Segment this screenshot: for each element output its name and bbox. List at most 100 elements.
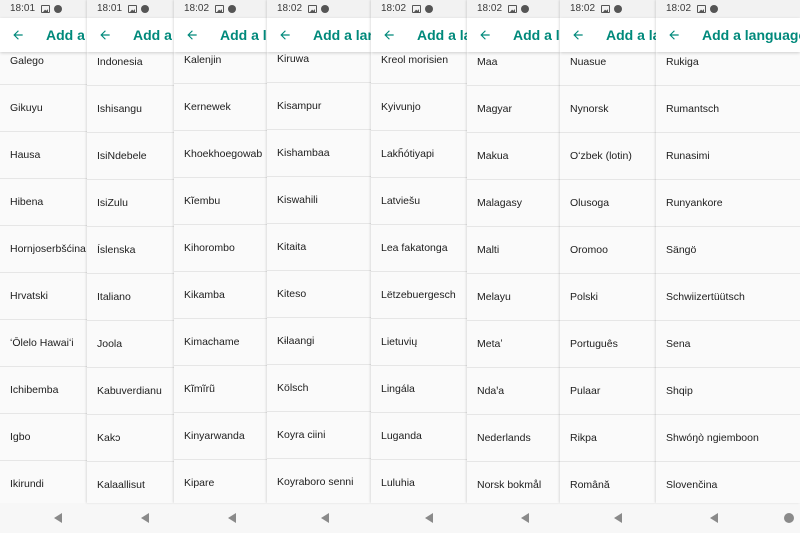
language-list-item[interactable]: Melayu xyxy=(467,274,560,321)
language-list-item[interactable]: Hibena xyxy=(0,179,87,226)
language-list-item[interactable]: Koyraboro senni xyxy=(267,459,371,503)
language-list-item[interactable]: Hrvatski xyxy=(0,273,87,320)
nav-back-icon[interactable] xyxy=(425,513,433,523)
nav-back-icon[interactable] xyxy=(710,513,718,523)
language-list-item[interactable]: Kimachame xyxy=(174,319,267,366)
language-list[interactable]: Kreol morisien Kyivunjo Lakȟótiyapi Latvieš… xyxy=(371,37,467,503)
circle-icon xyxy=(710,5,719,13)
language-list[interactable]: Galego Gikuyu Hausa Hibena Hornjoserbšćina Hr… xyxy=(0,38,87,503)
language-list-item[interactable]: Sena xyxy=(656,321,800,368)
language-list-item[interactable]: Kɨlaangi xyxy=(267,318,371,365)
language-list-item[interactable]: Kishambaa xyxy=(267,130,371,177)
language-list-item[interactable]: Koyra ciini xyxy=(267,412,371,459)
language-list-item[interactable]: Slovenčina xyxy=(656,462,800,503)
language-list-item[interactable]: Kyivunjo xyxy=(371,84,467,131)
language-list-item[interactable]: Kölsch xyxy=(267,365,371,412)
language-list-item[interactable]: Íslenska xyxy=(87,227,174,274)
language-list[interactable]: Nuasue Nynorsk Oʻzbek (lotin) Olusoga Oromoo… xyxy=(560,39,656,503)
language-list-item[interactable]: Lea fakatonga xyxy=(371,225,467,272)
arrow-left-icon[interactable] xyxy=(467,18,503,52)
language-list-item[interactable]: Nederlands xyxy=(467,415,560,462)
language-list-item[interactable]: Kernewek xyxy=(174,84,267,131)
language-list-item[interactable]: Oʻzbek (lotin) xyxy=(560,133,656,180)
nav-back-icon[interactable] xyxy=(614,513,622,523)
language-list-item[interactable]: Nynorsk xyxy=(560,86,656,133)
language-list-item[interactable]: Kĩembu xyxy=(174,178,267,225)
language-list-item[interactable]: Runyankore xyxy=(656,180,800,227)
language-list-item[interactable]: Latviešu xyxy=(371,178,467,225)
arrow-left-icon[interactable] xyxy=(174,18,210,52)
language-list-item[interactable]: Magyar xyxy=(467,86,560,133)
language-list-item[interactable]: Kiswahili xyxy=(267,177,371,224)
nav-back-icon[interactable] xyxy=(228,513,236,523)
nav-back-icon[interactable] xyxy=(54,513,62,523)
status-bar: 18:01 xyxy=(0,0,87,18)
language-list-item[interactable]: Runasimi xyxy=(656,133,800,180)
language-list[interactable]: Kiruwa Kisampur Kishambaa Kiswahili Kitaita K… xyxy=(267,36,371,503)
language-list-item[interactable]: Kihorombo xyxy=(174,225,267,272)
language-list-item[interactable]: Olusoga xyxy=(560,180,656,227)
language-list-item[interactable]: Malagasy xyxy=(467,180,560,227)
language-list-item[interactable]: Hornjoserbšćina xyxy=(0,226,87,273)
language-list[interactable]: Maa Magyar Makua Malagasy Malti Melayu Metaʼ Nd… xyxy=(467,39,560,503)
nav-home-icon[interactable] xyxy=(784,513,794,523)
language-list-item[interactable]: Kabuverdianu xyxy=(87,368,174,415)
arrow-left-icon[interactable] xyxy=(371,18,407,52)
language-list-item[interactable]: Rumantsch xyxy=(656,86,800,133)
language-list-item[interactable]: Pulaar xyxy=(560,368,656,415)
language-list-item[interactable]: Kakɔ xyxy=(87,415,174,462)
language-list-item[interactable]: Lietuvių xyxy=(371,319,467,366)
nav-back-icon[interactable] xyxy=(321,513,329,523)
language-list[interactable]: Kalenjin Kernewek Khoekhoegowab Kĩembu Kihor… xyxy=(174,37,267,503)
language-list-item[interactable]: Malti xyxy=(467,227,560,274)
language-list-item[interactable]: Lakȟótiyapi xyxy=(371,131,467,178)
language-list-item[interactable]: Hausa xyxy=(0,132,87,179)
nav-back-icon[interactable] xyxy=(521,513,529,523)
language-list-item[interactable]: Português xyxy=(560,321,656,368)
arrow-left-icon[interactable] xyxy=(0,18,36,52)
language-list-item[interactable]: Ishisangu xyxy=(87,86,174,133)
language-list-item[interactable]: Joola xyxy=(87,321,174,368)
arrow-left-icon[interactable] xyxy=(87,18,123,52)
language-list-item[interactable]: Kalaallisut xyxy=(87,462,174,503)
language-list-item[interactable]: Metaʼ xyxy=(467,321,560,368)
language-list-item[interactable]: Română xyxy=(560,462,656,503)
language-list-item[interactable]: Lëtzebuergesch xyxy=(371,272,467,319)
arrow-left-icon[interactable] xyxy=(656,18,692,52)
nav-back-icon[interactable] xyxy=(141,513,149,523)
language-list-item[interactable]: Shqip xyxy=(656,368,800,415)
language-list-item[interactable]: Kinyarwanda xyxy=(174,413,267,460)
language-list[interactable]: Indonesia Ishisangu IsiNdebele IsiZulu Íslen… xyxy=(87,39,174,503)
language-list-item[interactable]: Makua xyxy=(467,133,560,180)
language-list-item[interactable]: Italiano xyxy=(87,274,174,321)
arrow-left-icon[interactable] xyxy=(560,18,596,52)
language-list-item[interactable]: Rikpa xyxy=(560,415,656,462)
language-list-item[interactable]: Ichibemba xyxy=(0,367,87,414)
language-list-item[interactable]: Kikamba xyxy=(174,272,267,319)
language-list-item[interactable]: Kĩmĩrũ xyxy=(174,366,267,413)
language-list[interactable]: Rukiga Rumantsch Runasimi Runyankore Sängö Sc… xyxy=(656,39,800,503)
language-list-item[interactable]: Kitaita xyxy=(267,224,371,271)
language-list-item[interactable]: IsiNdebele xyxy=(87,133,174,180)
language-list-item[interactable]: Igbo xyxy=(0,414,87,461)
status-time: 18:02 xyxy=(381,3,407,14)
language-list-item[interactable]: Gikuyu xyxy=(0,85,87,132)
language-list-item[interactable]: IsiZulu xyxy=(87,180,174,227)
language-list-item[interactable]: Oromoo xyxy=(560,227,656,274)
language-list-item[interactable]: Schwiizertüütsch xyxy=(656,274,800,321)
language-list-item[interactable]: Luluhia xyxy=(371,460,467,503)
language-list-item[interactable]: Kisampur xyxy=(267,83,371,130)
language-list-item[interactable]: Lingála xyxy=(371,366,467,413)
language-list-item[interactable]: Sängö xyxy=(656,227,800,274)
language-list-item[interactable]: Norsk bokmål xyxy=(467,462,560,503)
language-list-item[interactable]: ʻŌlelo Hawaiʻi xyxy=(0,320,87,367)
language-list-item[interactable]: Khoekhoegowab xyxy=(174,131,267,178)
arrow-left-icon[interactable] xyxy=(267,18,303,52)
language-list-item[interactable]: Kiteso xyxy=(267,271,371,318)
language-list-item[interactable]: Polski xyxy=(560,274,656,321)
language-list-item[interactable]: Kipare xyxy=(174,460,267,503)
language-list-item[interactable]: Shwóŋò ngiemboon xyxy=(656,415,800,462)
language-list-item[interactable]: Ikirundi xyxy=(0,461,87,503)
language-list-item[interactable]: Ndaꞌa xyxy=(467,368,560,415)
language-list-item[interactable]: Luganda xyxy=(371,413,467,460)
